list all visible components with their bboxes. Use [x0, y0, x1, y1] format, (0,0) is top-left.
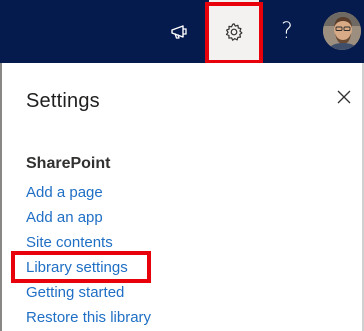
settings-panel: Settings SharePoint Add a page Add an ap… — [0, 63, 364, 331]
link-site-contents[interactable]: Site contents — [26, 234, 113, 251]
close-button[interactable] — [332, 85, 356, 109]
section-heading-sharepoint: SharePoint — [26, 155, 111, 172]
link-getting-started[interactable]: Getting started — [26, 284, 124, 301]
link-add-an-app[interactable]: Add an app — [26, 209, 103, 226]
avatar-photo — [323, 12, 361, 50]
settings-gear-button[interactable] — [209, 0, 259, 63]
link-add-a-page[interactable]: Add a page — [26, 184, 103, 201]
avatar[interactable] — [323, 12, 361, 50]
megaphone-icon[interactable] — [162, 0, 198, 63]
link-library-settings[interactable]: Library settings — [26, 259, 128, 276]
close-icon — [337, 90, 351, 104]
panel-title: Settings — [26, 90, 100, 112]
gear-icon — [225, 22, 243, 41]
help-button[interactable]: ? — [272, 0, 302, 63]
link-restore-this-library[interactable]: Restore this library — [26, 309, 151, 326]
help-icon: ? — [281, 19, 293, 44]
megaphone-icon-graphic — [171, 24, 187, 39]
suite-bar: ? — [0, 0, 364, 64]
